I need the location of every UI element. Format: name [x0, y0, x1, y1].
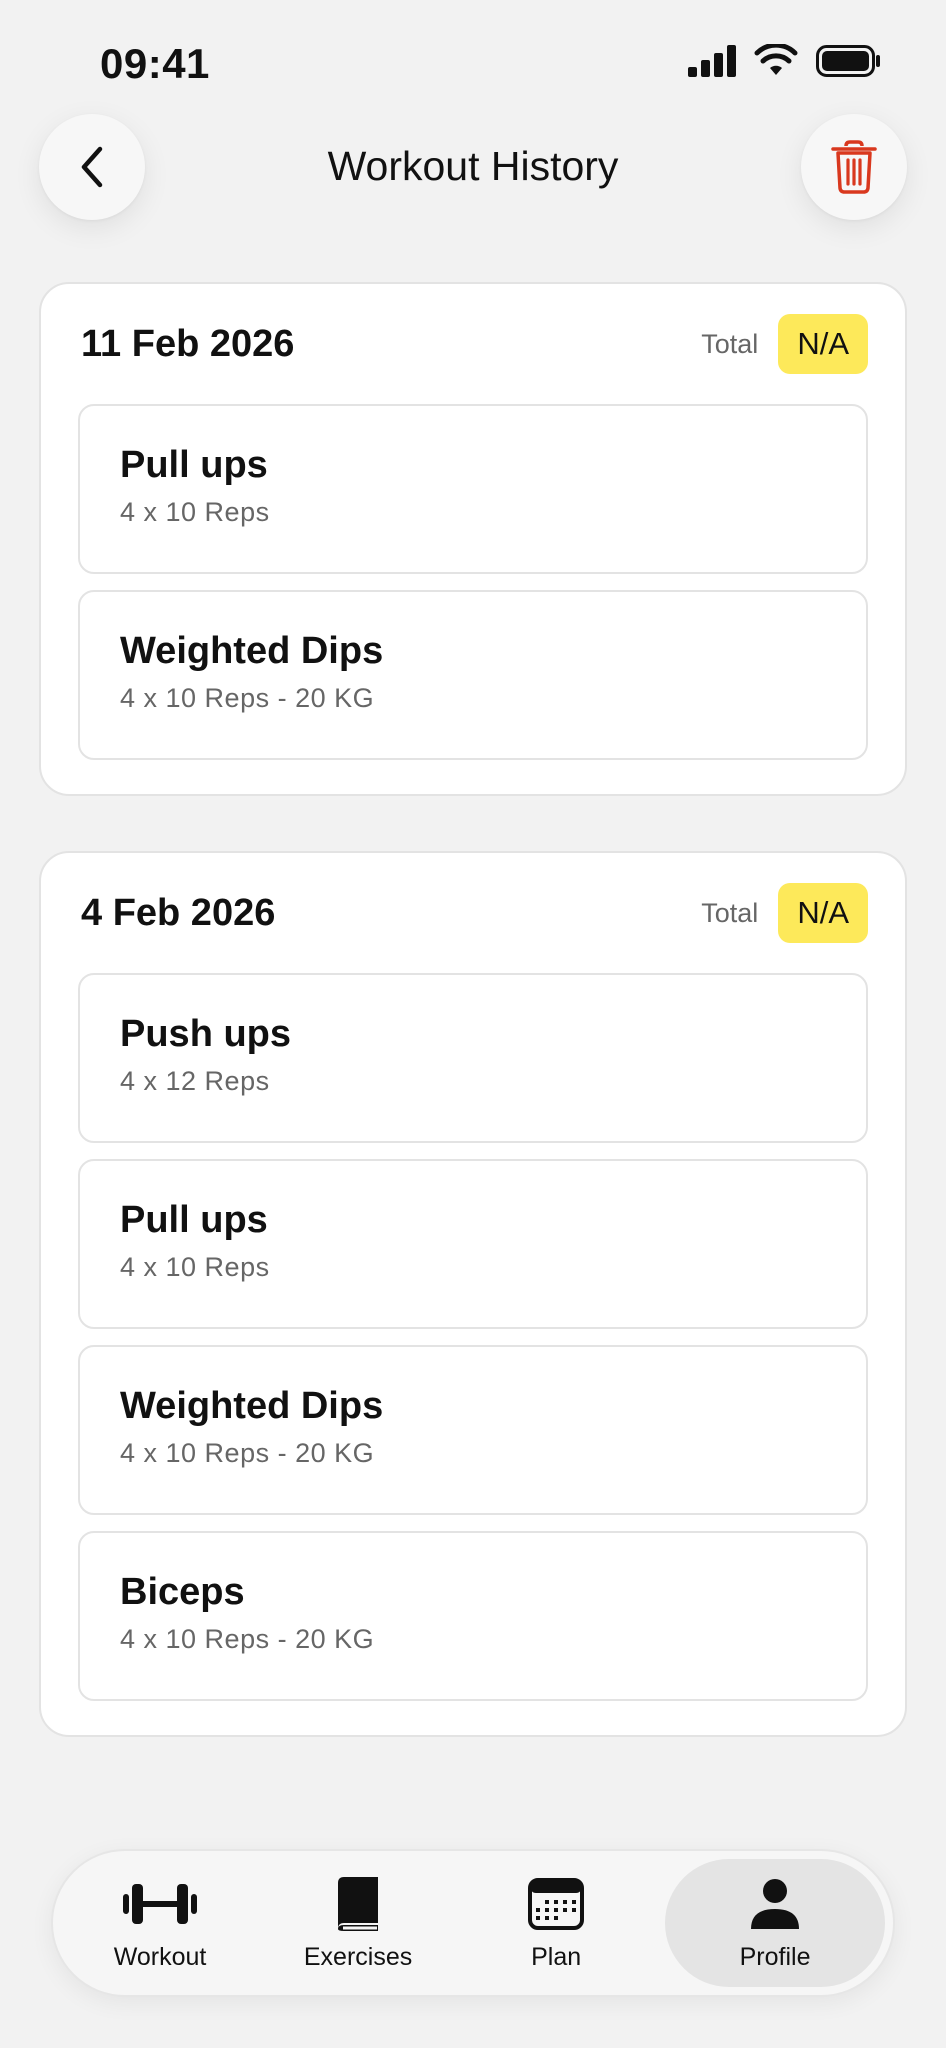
day-date: 11 Feb 2026 — [81, 322, 295, 365]
exercise-name: Weighted Dips — [120, 630, 384, 672]
tab-workout[interactable]: Workout — [61, 1859, 259, 1987]
trash-icon — [831, 140, 877, 194]
exercise-item[interactable]: Weighted Dips 4 x 10 Reps - 20 KG — [78, 1345, 868, 1515]
exercise-item[interactable]: Biceps 4 x 10 Reps - 20 KG — [78, 1531, 868, 1701]
day-header: 11 Feb 2026 Total N/A — [78, 284, 868, 404]
book-icon — [338, 1876, 379, 1931]
status-time: 09:41 — [100, 40, 210, 87]
exercise-name: Weighted Dips — [120, 1385, 384, 1427]
wifi-icon — [754, 44, 798, 75]
tab-label: Exercises — [303, 1942, 413, 1971]
exercise-name: Pull ups — [120, 1199, 268, 1241]
dumbbell-icon — [123, 1883, 198, 1924]
workout-day-card: 11 Feb 2026 Total N/A Pull ups 4 x 10 Re… — [39, 282, 907, 796]
tab-profile[interactable]: Profile — [665, 1859, 885, 1987]
tab-exercises[interactable]: Exercises — [259, 1859, 457, 1987]
tab-label: Profile — [739, 1942, 811, 1971]
battery-icon — [816, 45, 880, 77]
workout-day-card: 4 Feb 2026 Total N/A Push ups 4 x 12 Rep… — [39, 851, 907, 1737]
workout-history-screen: 09:41 Workout History 11 Feb 2026 Total … — [0, 0, 946, 2048]
exercise-detail: 4 x 10 Reps - 20 KG — [120, 1624, 375, 1654]
total-label: Total — [701, 328, 759, 359]
calendar-icon — [528, 1877, 585, 1930]
total-badge: N/A — [778, 883, 868, 943]
tab-bar: Workout Exercises Plan Profile — [51, 1849, 895, 1997]
exercise-detail: 4 x 10 Reps - 20 KG — [120, 1438, 375, 1468]
exercise-name: Biceps — [120, 1571, 245, 1613]
exercise-name: Push ups — [120, 1013, 292, 1055]
day-date: 4 Feb 2026 — [81, 891, 276, 934]
tab-label: Workout — [113, 1942, 207, 1971]
exercise-name: Pull ups — [120, 444, 268, 486]
day-header: 4 Feb 2026 Total N/A — [78, 853, 868, 973]
tab-plan[interactable]: Plan — [457, 1859, 655, 1987]
exercise-item[interactable]: Pull ups 4 x 10 Reps — [78, 1159, 868, 1329]
exercise-detail: 4 x 10 Reps — [120, 1252, 270, 1282]
day-total: Total N/A — [701, 883, 868, 943]
status-icons — [688, 44, 882, 78]
exercise-item[interactable]: Pull ups 4 x 10 Reps — [78, 404, 868, 574]
exercise-item[interactable]: Push ups 4 x 12 Reps — [78, 973, 868, 1143]
tab-label: Plan — [531, 1942, 582, 1971]
delete-history-button[interactable] — [801, 114, 907, 220]
person-icon — [751, 1878, 800, 1929]
signal-icon — [688, 45, 736, 77]
total-label: Total — [701, 897, 759, 928]
exercise-detail: 4 x 10 Reps - 20 KG — [120, 683, 375, 713]
exercise-item[interactable]: Weighted Dips 4 x 10 Reps - 20 KG — [78, 590, 868, 760]
exercise-detail: 4 x 12 Reps — [120, 1066, 270, 1096]
day-total: Total N/A — [701, 314, 868, 374]
exercise-detail: 4 x 10 Reps — [120, 497, 270, 527]
total-badge: N/A — [778, 314, 868, 374]
